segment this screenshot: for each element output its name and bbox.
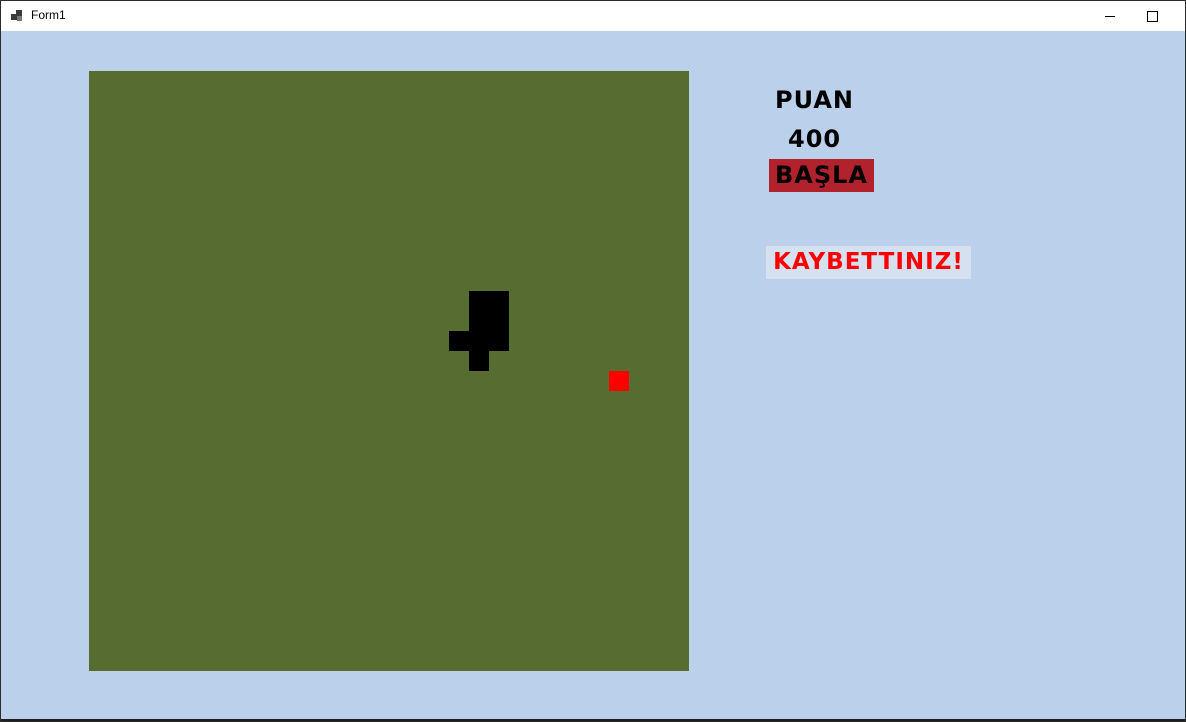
game-over-message: KAYBETTINIZ! [766, 246, 971, 279]
game-board [89, 71, 689, 671]
form-client-area: PUAN 400 BAŞLA KAYBETTINIZ! [1, 31, 1185, 719]
snake-segment [489, 331, 509, 351]
snake-segment [449, 331, 469, 351]
score-title: PUAN [775, 86, 854, 114]
maximize-icon [1147, 11, 1158, 22]
food-item [609, 371, 629, 391]
snake-segment [489, 291, 509, 311]
maximize-button[interactable] [1129, 1, 1175, 31]
app-icon [11, 10, 23, 22]
snake-segment [469, 291, 489, 311]
snake-segment [469, 311, 489, 331]
minimize-icon [1105, 16, 1115, 17]
app-window: Form1 PUAN 400 BAŞLA KAYBETTINIZ! [0, 0, 1186, 722]
start-button[interactable]: BAŞLA [769, 159, 874, 192]
snake-segment [469, 351, 489, 371]
minimize-button[interactable] [1087, 1, 1133, 31]
window-title: Form1 [31, 8, 66, 22]
score-value: 400 [788, 125, 842, 153]
title-bar[interactable]: Form1 [1, 1, 1185, 31]
snake-segment [469, 331, 489, 351]
snake-segment [489, 311, 509, 331]
